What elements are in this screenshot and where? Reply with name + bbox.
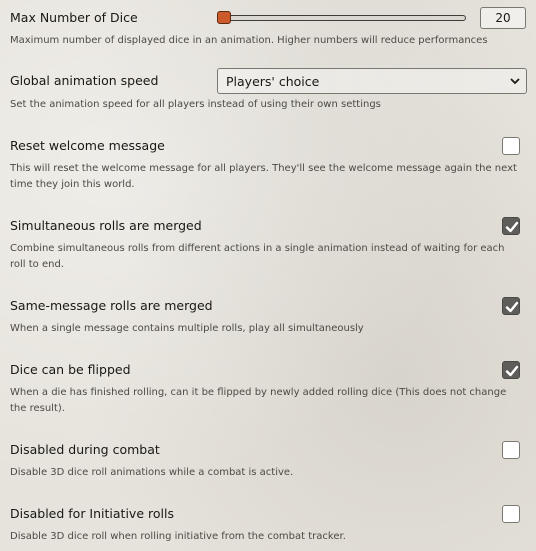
dice-flipped-checkbox[interactable] — [502, 361, 520, 379]
check-icon — [505, 365, 519, 377]
setting-label: Dice can be flipped — [10, 362, 131, 377]
check-icon — [505, 301, 519, 313]
disabled-combat-checkbox[interactable] — [502, 441, 520, 459]
setting-hint: Disable 3D dice roll when rolling initia… — [10, 531, 346, 542]
setting-label: Max Number of Dice — [10, 10, 138, 25]
setting-hint: When a single message contains multiple … — [10, 323, 364, 334]
setting-label: Reset welcome message — [10, 138, 165, 153]
setting-hint: This will reset the welcome message for … — [10, 163, 517, 190]
setting-label: Global animation speed — [10, 73, 159, 88]
max-dice-slider-handle[interactable] — [217, 11, 231, 24]
animation-speed-selected-value: Players' choice — [226, 74, 320, 89]
chevron-down-icon — [510, 78, 520, 85]
setting-label: Disabled for Initiative rolls — [10, 506, 174, 521]
setting-hint: Set the animation speed for all players … — [10, 99, 381, 110]
setting-label: Disabled during combat — [10, 442, 160, 457]
check-icon — [505, 221, 519, 233]
reset-welcome-checkbox[interactable] — [502, 137, 520, 155]
setting-hint: Combine simultaneous rolls from differen… — [10, 243, 505, 270]
animation-speed-select[interactable]: Players' choice — [217, 68, 527, 94]
disabled-initiative-checkbox[interactable] — [502, 505, 520, 523]
setting-label: Simultaneous rolls are merged — [10, 218, 202, 233]
setting-hint: When a die has finished rolling, can it … — [10, 387, 507, 414]
setting-label: Same-message rolls are merged — [10, 298, 213, 313]
setting-hint: Disable 3D dice roll animations while a … — [10, 467, 294, 478]
setting-hint: Maximum number of displayed dice in an a… — [10, 35, 488, 46]
max-dice-value-input[interactable]: 20 — [480, 7, 526, 29]
max-dice-slider-track[interactable] — [218, 15, 466, 21]
simultaneous-rolls-checkbox[interactable] — [502, 217, 520, 235]
same-message-rolls-checkbox[interactable] — [502, 297, 520, 315]
